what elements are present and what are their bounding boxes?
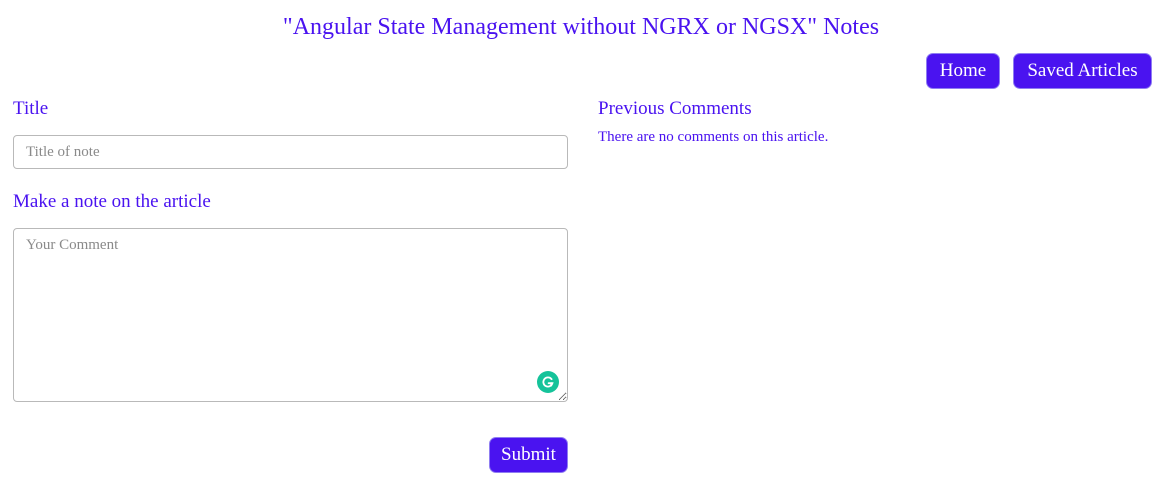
grammarly-g-glyph (542, 376, 554, 388)
page-title: "Angular State Management without NGRX o… (282, 14, 880, 40)
title-input[interactable] (13, 135, 568, 169)
title-label: Title (13, 98, 49, 119)
saved-articles-button[interactable]: Saved Articles (1013, 53, 1152, 89)
previous-comments-heading: Previous Comments (598, 98, 752, 119)
submit-button[interactable]: Submit (489, 437, 568, 473)
home-button[interactable]: Home (926, 53, 1000, 89)
grammarly-icon[interactable] (537, 371, 559, 393)
no-comments-message: There are no comments on this article. (598, 129, 829, 145)
comment-textarea[interactable] (13, 228, 568, 402)
note-label: Make a note on the article (13, 191, 211, 212)
